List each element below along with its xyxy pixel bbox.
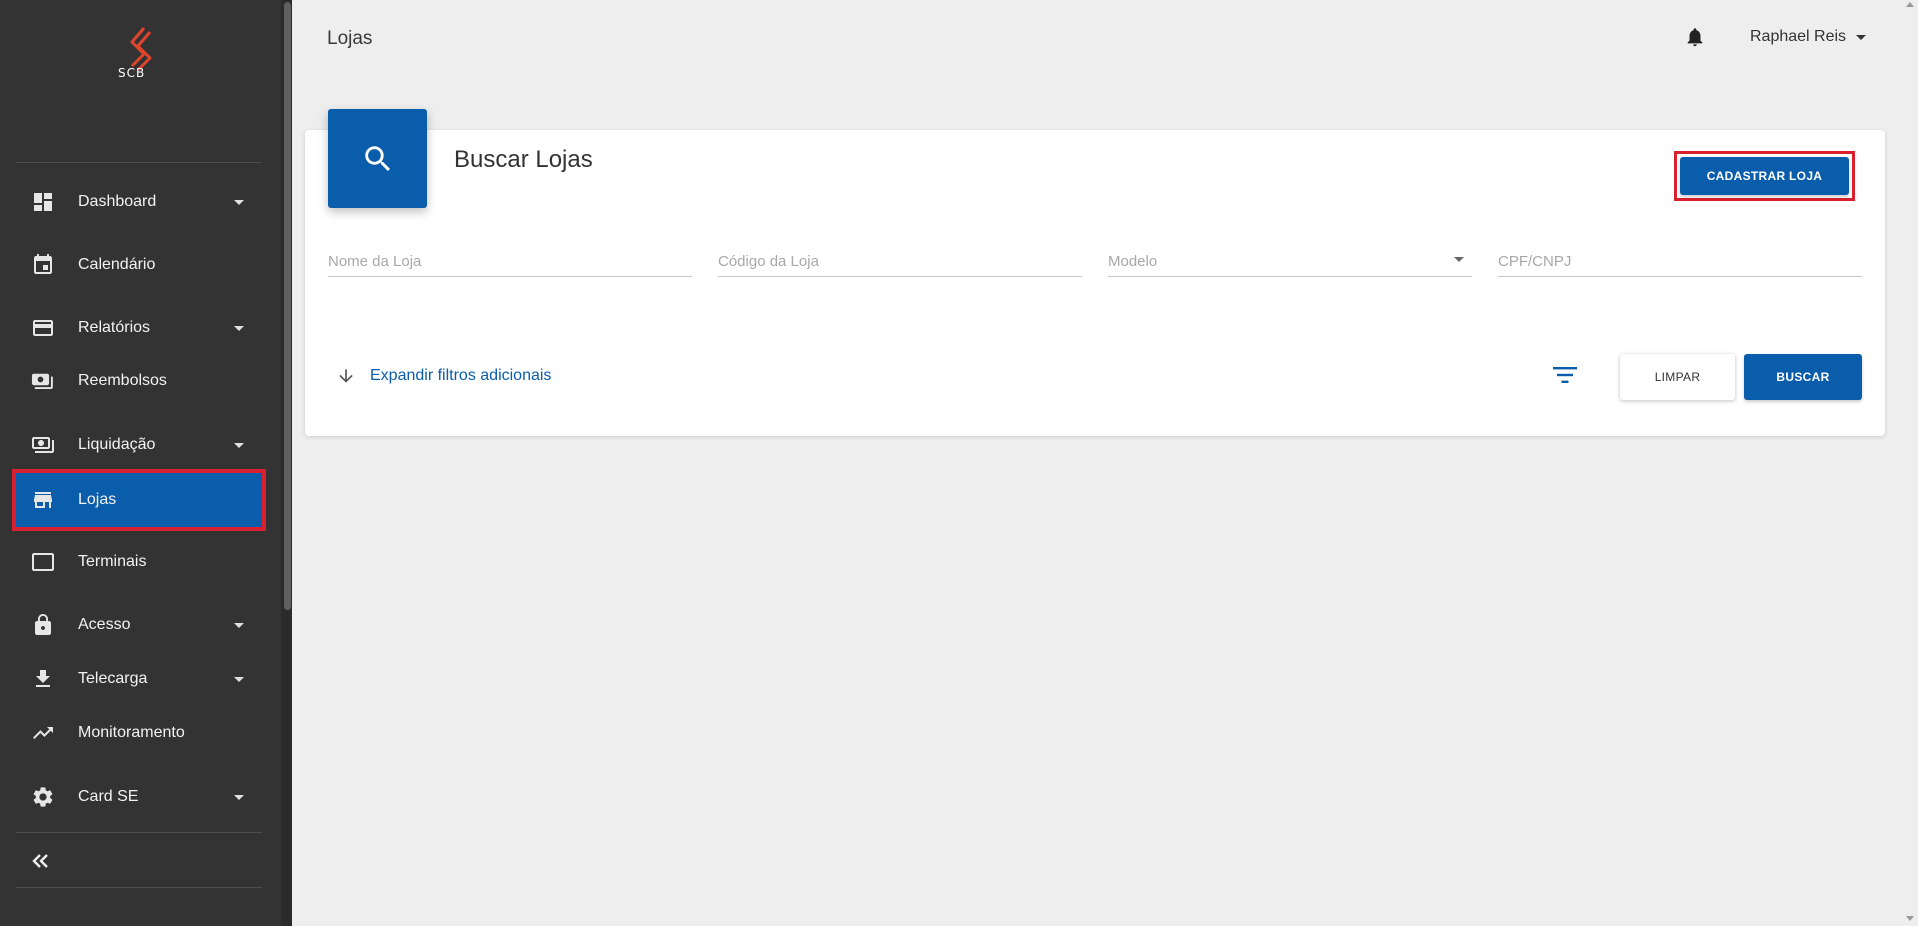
sidebar-item-refunds[interactable]: Reembolsos — [16, 355, 262, 407]
sidebar-item-label: Monitoramento — [78, 724, 185, 741]
bell-icon — [1687, 28, 1703, 47]
money-icon — [30, 432, 56, 458]
sidebar-divider-footer — [16, 887, 262, 888]
sidebar-scrollbar-thumb[interactable] — [284, 2, 291, 610]
store-name-input[interactable] — [328, 247, 692, 275]
sidebar-item-stores[interactable]: Lojas — [12, 469, 266, 531]
card-header-badge — [328, 109, 427, 208]
store-name-field — [328, 247, 692, 277]
user-name: Raphael Reis — [1750, 28, 1847, 45]
chevron-down-icon — [234, 442, 244, 448]
sidebar-item-dashboard[interactable]: Dashboard — [16, 176, 262, 228]
model-select[interactable] — [1108, 247, 1472, 275]
double-chevron-left-icon — [32, 854, 48, 868]
gear-icon — [30, 784, 56, 810]
sidebar: SCB Dashboard Calendário Relatórios Reem… — [0, 0, 281, 926]
lock-icon — [30, 612, 56, 638]
sidebar-item-calendar[interactable]: Calendário — [16, 239, 262, 291]
sidebar-item-access[interactable]: Acesso — [16, 599, 262, 651]
sidebar-item-reports[interactable]: Relatórios — [16, 302, 262, 354]
trending-up-icon — [30, 720, 56, 746]
user-menu[interactable]: Raphael Reis — [1750, 28, 1867, 46]
logo-text: SCB — [118, 66, 146, 80]
page-scroll-up-icon[interactable] — [1906, 2, 1914, 7]
register-store-highlight: CADASTRAR LOJA — [1674, 151, 1855, 201]
search-icon — [364, 145, 390, 171]
sidebar-item-teleload[interactable]: Telecarga — [16, 653, 262, 705]
filter-list-icon — [1553, 367, 1577, 383]
terminal-icon — [30, 549, 56, 575]
arrow-down-icon — [339, 369, 353, 383]
collapse-sidebar-button[interactable] — [28, 849, 52, 873]
cpf-cnpj-input[interactable] — [1498, 247, 1862, 275]
download-icon — [30, 666, 56, 692]
notifications-button[interactable] — [1684, 26, 1706, 48]
store-code-field — [718, 247, 1082, 277]
store-code-input[interactable] — [718, 247, 1082, 275]
sidebar-item-label: Reembolsos — [78, 372, 167, 389]
model-field — [1108, 247, 1472, 277]
dashboard-icon — [30, 189, 56, 215]
sidebar-item-settlement[interactable]: Liquidação — [16, 419, 262, 471]
sidebar-divider-bottom — [16, 832, 262, 833]
filter-button[interactable] — [1552, 364, 1578, 386]
search-button[interactable]: BUSCAR — [1744, 354, 1862, 400]
page-scroll-down-icon[interactable] — [1906, 916, 1914, 921]
sidebar-item-label: Acesso — [78, 616, 131, 633]
expand-filters-label: Expandir filtros adicionais — [370, 367, 552, 384]
sidebar-item-label: Dashboard — [78, 193, 157, 210]
cpf-cnpj-field — [1498, 247, 1862, 277]
sidebar-item-label: Lojas — [78, 491, 117, 508]
sidebar-scrollbar[interactable] — [281, 0, 292, 926]
sidebar-item-terminals[interactable]: Terminais — [16, 536, 262, 588]
refund-icon — [30, 368, 56, 394]
sidebar-item-label: Relatórios — [78, 319, 151, 336]
sidebar-item-label: Calendário — [78, 256, 156, 273]
register-store-button[interactable]: CADASTRAR LOJA — [1680, 157, 1849, 195]
sidebar-divider-top — [16, 162, 262, 163]
sidebar-item-label: Terminais — [78, 553, 147, 570]
clear-button[interactable]: LIMPAR — [1620, 354, 1735, 400]
expand-filters-link[interactable]: Expandir filtros adicionais — [336, 366, 551, 386]
chevron-down-icon — [234, 794, 244, 800]
sidebar-item-label: Liquidação — [78, 436, 156, 453]
calendar-icon — [30, 252, 56, 278]
credit-card-icon — [30, 315, 56, 341]
page-title: Lojas — [327, 28, 373, 49]
sidebar-item-label: Card SE — [78, 788, 139, 805]
chevron-down-icon — [234, 622, 244, 628]
sidebar-item-label: Telecarga — [78, 670, 148, 687]
sidebar-item-monitoring[interactable]: Monitoramento — [16, 707, 262, 759]
chevron-down-icon — [234, 676, 244, 682]
chevron-down-icon — [1856, 34, 1867, 40]
chevron-down-icon — [234, 199, 244, 205]
chevron-down-icon — [234, 325, 244, 331]
card-title: Buscar Lojas — [454, 146, 593, 173]
chevron-down-icon — [1454, 257, 1464, 262]
store-icon — [30, 487, 56, 513]
sidebar-item-card-se[interactable]: Card SE — [16, 771, 262, 823]
